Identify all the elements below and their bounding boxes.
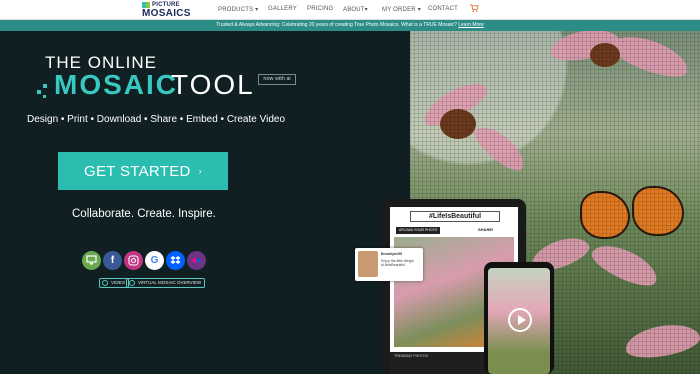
nav-contact[interactable]: CONTACT	[428, 6, 458, 12]
post-username: Brooklyn#95	[381, 252, 403, 256]
social-post-card: Brooklyn#95 Enjoy the little things! #Li…	[355, 248, 423, 281]
share-label: SHARE!	[478, 227, 494, 232]
hashtag-title: #LifeIsBeautiful	[410, 211, 500, 222]
hero-title-tool: TOOL	[171, 69, 255, 100]
hero-tagline: Design • Print • Download • Share • Embe…	[27, 114, 286, 125]
hero-title-mosaic: MOSAIC	[54, 69, 178, 100]
title-pixel-deco	[43, 84, 47, 88]
logo-text-main: MOSAICS	[142, 8, 191, 19]
nav-my-order[interactable]: MY ORDER ▾	[382, 6, 421, 13]
virtual-overview-button[interactable]: VIRTUAL MOSAIC OVERVIEW	[126, 278, 206, 288]
banner-text: Trusted & Always Advancing: Celebrating …	[216, 22, 457, 28]
top-nav: PICTURE MOSAICS PRODUCTS ▾ GALLERY PRICI…	[0, 0, 700, 20]
computer-icon[interactable]	[82, 251, 101, 270]
phone-screen	[488, 268, 550, 374]
cube-icon	[129, 280, 135, 286]
get-started-label: GET STARTED	[84, 163, 191, 180]
avatar	[358, 251, 378, 277]
title-pixel-deco	[43, 95, 46, 98]
virtual-overview-label: VIRTUAL MOSAIC OVERVIEW	[138, 280, 202, 285]
video-label: VIDEO	[111, 280, 126, 285]
post-text: Enjoy the little things! #LifeIsBeautifu…	[381, 259, 415, 267]
ai-badge: now with ai	[258, 74, 296, 85]
nav-pricing[interactable]: PRICING	[307, 6, 333, 12]
nav-products[interactable]: PRODUCTS ▾	[218, 6, 258, 13]
chevron-right-icon: ›	[198, 166, 202, 176]
nav-about[interactable]: ABOUT▾	[343, 6, 368, 13]
google-glyph: G	[150, 255, 159, 266]
trending-label: TRENDING PHOTOS	[394, 354, 428, 358]
hero-collab-text: Collaborate. Create. Inspire.	[72, 208, 216, 220]
google-icon[interactable]: G	[145, 251, 164, 270]
site-logo[interactable]: PICTURE MOSAICS	[142, 2, 191, 19]
play-icon	[102, 280, 108, 286]
facebook-icon[interactable]: f	[103, 251, 122, 270]
get-started-button[interactable]: GET STARTED ›	[58, 152, 228, 190]
facebook-glyph: f	[110, 255, 115, 266]
title-pixel-deco	[37, 90, 41, 94]
flickr-icon[interactable]	[187, 251, 206, 270]
nav-gallery[interactable]: GALLERY	[268, 6, 297, 12]
announcement-banner: Trusted & Always Advancing: Celebrating …	[0, 20, 700, 31]
play-icon	[508, 308, 532, 332]
video-button[interactable]: VIDEO	[99, 278, 130, 288]
phone-mockup	[484, 262, 554, 374]
cart-icon[interactable]	[470, 4, 479, 13]
upload-photo-button: UPLOAD YOUR PHOTO	[396, 227, 440, 234]
instagram-icon[interactable]	[124, 251, 143, 270]
learn-more-link[interactable]: Learn More	[458, 22, 484, 28]
dropbox-icon[interactable]	[166, 251, 185, 270]
